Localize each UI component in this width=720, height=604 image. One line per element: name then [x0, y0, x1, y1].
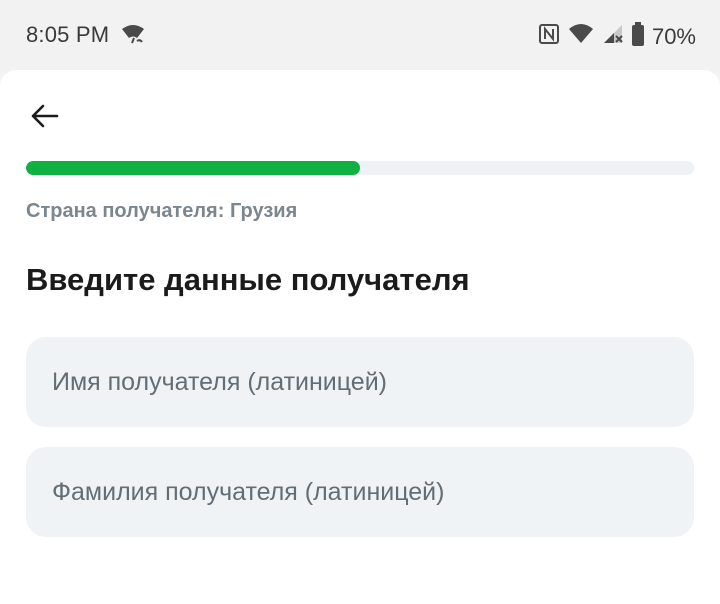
- progress-bar: [26, 161, 694, 175]
- status-time: 8:05 PM: [26, 22, 110, 47]
- recipient-form-sheet: Страна получателя: Грузия Введите данные…: [0, 70, 720, 604]
- arrow-left-icon: [31, 104, 59, 128]
- nfc-icon: [538, 23, 560, 50]
- battery-percent: 70%: [651, 23, 696, 49]
- back-button[interactable]: [24, 96, 64, 136]
- last-name-field[interactable]: [26, 447, 694, 537]
- recipient-country: Страна получателя: Грузия: [26, 200, 298, 222]
- progress-fill: [26, 161, 360, 175]
- signal-no-service-icon: [602, 23, 624, 50]
- battery-icon: [631, 22, 644, 51]
- status-bar: 8:05 PM 70%: [0, 0, 720, 70]
- first-name-input[interactable]: [52, 367, 668, 397]
- status-icons: 70%: [538, 22, 696, 51]
- wifi-calling-icon: [121, 24, 145, 51]
- page-title: Введите данные получателя: [26, 262, 470, 297]
- first-name-field[interactable]: [26, 337, 694, 427]
- last-name-input[interactable]: [52, 477, 668, 507]
- wifi-icon: [568, 23, 594, 50]
